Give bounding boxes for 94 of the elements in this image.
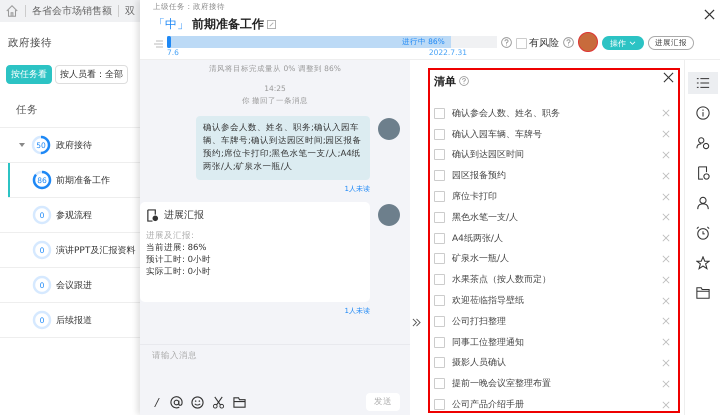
alarm-icon: [696, 226, 710, 240]
item-checkbox[interactable]: [434, 399, 445, 410]
delete-icon[interactable]: [662, 317, 670, 326]
mention-icon[interactable]: [170, 396, 183, 408]
delete-icon[interactable]: [662, 254, 670, 263]
avatar: [378, 204, 400, 226]
item-checkbox[interactable]: [434, 336, 445, 348]
task-name: 后续报道: [56, 314, 92, 326]
item-checkbox[interactable]: [434, 212, 445, 223]
help-icon[interactable]: [501, 37, 512, 48]
user-settings-icon: [696, 136, 710, 150]
delete-icon[interactable]: [662, 150, 670, 159]
risk-checkbox[interactable]: [516, 38, 527, 48]
delete-icon[interactable]: [662, 296, 670, 305]
page-tab[interactable]: 双: [125, 4, 135, 18]
view-button[interactable]: 按人员看：全部: [55, 65, 128, 84]
delete-icon[interactable]: [662, 213, 670, 222]
item-checkbox[interactable]: [434, 170, 445, 182]
item-checkbox[interactable]: [434, 253, 445, 264]
help-icon[interactable]: [459, 76, 469, 86]
checklist-item: 园区报备预约: [452, 170, 507, 182]
checklist-item: 确认到达园区时间: [452, 148, 525, 162]
folder-icon: [696, 286, 710, 300]
report-line: 进展及汇报:: [146, 230, 195, 242]
project-title: 政府接待: [7, 36, 53, 50]
checklist-item: 公司产品介绍手册: [452, 398, 525, 411]
checklist-title: 清单: [434, 74, 456, 88]
page-tab[interactable]: 各省会市场销售额: [32, 4, 112, 18]
delete-icon[interactable]: [662, 338, 670, 346]
report-title: 进展汇报: [164, 208, 204, 222]
home-icon[interactable]: [5, 4, 19, 18]
item-checkbox[interactable]: [434, 378, 445, 390]
emoji-icon[interactable]: [190, 396, 204, 408]
help-icon[interactable]: [563, 37, 574, 48]
delete-icon[interactable]: [662, 234, 670, 242]
task-name: 演讲PPT及汇报资料: [56, 244, 136, 256]
report-line: 实际工时: 0小时: [146, 266, 212, 278]
message-bubble: 确认参会人数、姓名、职务;确认入园车辆、车牌号;确认到达园区时间;园区报备预约;席位卡打印;黑色水笔一支/人;A4纸两张/人;矿泉水一瓶/人: [196, 116, 370, 180]
delete-icon[interactable]: [662, 130, 670, 138]
checklist-item: A4纸两张/人: [452, 232, 504, 245]
task-title: 前期准备工作: [192, 16, 264, 33]
delete-icon[interactable]: [662, 109, 670, 118]
caret-icon[interactable]: [18, 141, 26, 149]
delete-icon[interactable]: [662, 172, 670, 180]
slash-command[interactable]: /: [152, 396, 162, 408]
checklist-item: 席位卡打印: [452, 190, 498, 204]
checklist-item: 欢迎莅临指导壁纸: [452, 294, 525, 308]
checklist-item: 确认入园车辆、车牌号: [452, 128, 543, 141]
checklist-item: 矿泉水一瓶/人: [452, 252, 510, 266]
avatar[interactable]: [578, 32, 598, 52]
task-name: 会议跟进: [56, 280, 92, 292]
checklist-item: 同事工位整理通知: [452, 336, 525, 349]
item-checkbox[interactable]: [434, 274, 445, 286]
checklist-item: 黑色水笔一支/人: [452, 212, 520, 224]
document-icon: [696, 166, 710, 180]
star-icon: [696, 256, 710, 270]
item-checkbox[interactable]: [434, 149, 445, 160]
report-line: 当前进展: 86%: [146, 242, 208, 254]
lines-icon: [153, 40, 163, 48]
person-icon: [696, 196, 710, 210]
item-checkbox[interactable]: [434, 128, 445, 140]
checklist-item: 水果茶点（按人数而定）: [452, 274, 552, 286]
list-icon: [696, 76, 710, 90]
info-icon: [696, 106, 710, 120]
delete-icon[interactable]: [662, 192, 670, 201]
item-checkbox[interactable]: [434, 232, 445, 244]
item-checkbox[interactable]: [434, 357, 445, 368]
scissors-icon[interactable]: [212, 396, 225, 408]
checklist-item: 公司打扫整理: [452, 316, 507, 328]
delete-icon[interactable]: [662, 380, 670, 388]
priority-tag: 「中」: [153, 16, 189, 33]
item-checkbox[interactable]: [434, 316, 445, 327]
rail-tab[interactable]: [688, 72, 718, 94]
report-icon: [146, 208, 159, 222]
item-checkbox[interactable]: [434, 191, 445, 202]
report-line: 预计工时: 0小时: [146, 254, 212, 266]
item-checkbox[interactable]: [434, 295, 445, 306]
close-icon[interactable]: [704, 9, 715, 20]
delete-icon[interactable]: [662, 358, 670, 367]
edit-icon[interactable]: [267, 20, 276, 29]
avatar: [378, 118, 400, 140]
delete-icon[interactable]: [662, 276, 670, 284]
checklist-item: 确认参会人数、姓名、职务: [452, 108, 561, 120]
risk-label: 有风险: [529, 37, 559, 50]
close-icon[interactable]: [663, 72, 674, 83]
task-name: 政府接待: [56, 140, 92, 152]
task-name: 参观流程: [56, 210, 92, 222]
caret-icon: [629, 40, 636, 46]
delete-icon[interactable]: [662, 400, 670, 409]
task-name: 前期准备工作: [56, 174, 110, 186]
checklist-item: 摄影人员确认: [452, 356, 507, 370]
folder-icon[interactable]: [232, 396, 246, 408]
checklist-item: 提前一晚会议室整理布置: [452, 378, 552, 390]
item-checkbox[interactable]: [434, 108, 445, 119]
